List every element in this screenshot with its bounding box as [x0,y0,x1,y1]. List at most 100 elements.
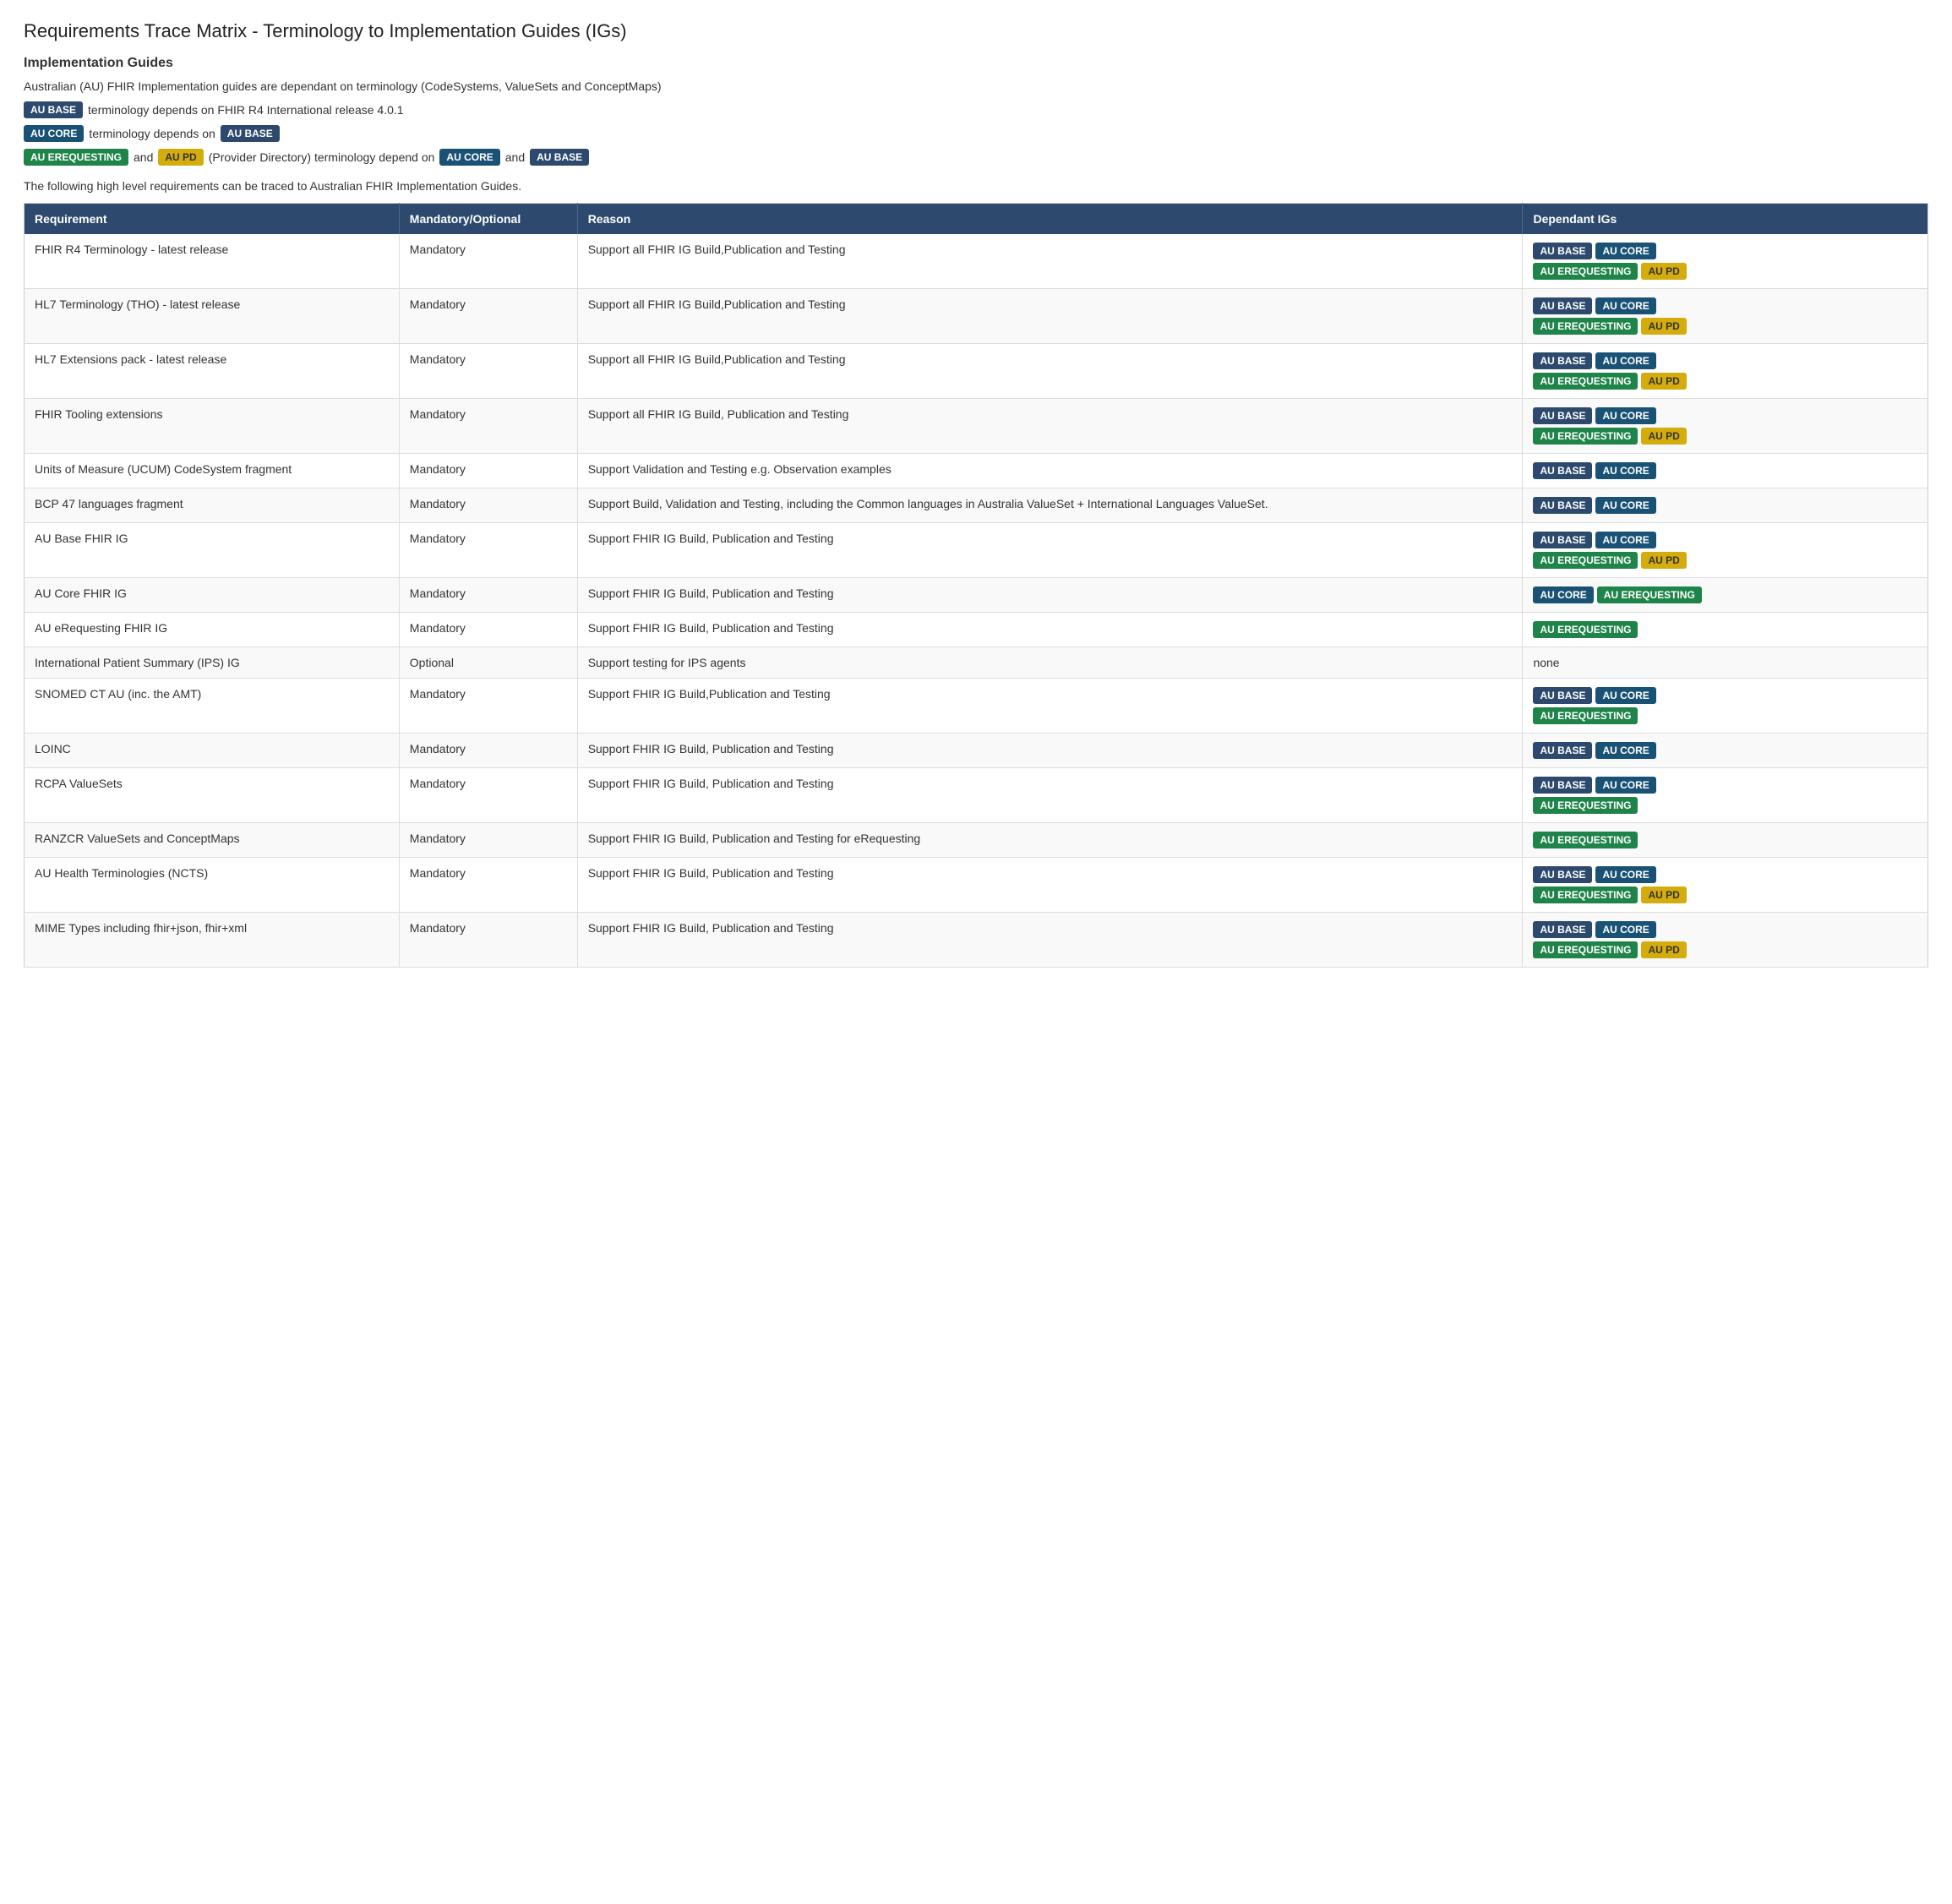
ig-badge-base: AU BASE [1533,687,1592,704]
ig-badge-core: AU CORE [1595,497,1655,514]
au-pd-badge-3: AU PD [158,149,203,166]
intro-text: Australian (AU) FHIR Implementation guid… [24,79,1928,93]
table-row: BCP 47 languages fragmentMandatorySuppor… [25,488,1928,523]
line3-and: and [505,150,525,164]
cell-reason: Support all FHIR IG Build,Publication an… [577,234,1523,289]
table-row: International Patient Summary (IPS) IGOp… [25,647,1928,679]
col-igs: Dependant IGs [1523,204,1928,235]
au-base-badge-2: AU BASE [221,125,280,142]
ig-badge-core: AU CORE [1595,243,1655,259]
au-erequesting-badge-3: AU EREQUESTING [24,149,128,166]
cell-igs: AU BASEAU COREAU EREQUESTINGAU PD [1523,523,1928,578]
line2-pre: terminology depends on [89,127,215,140]
ig-badge-erequesting: AU EREQUESTING [1533,318,1638,335]
cell-mandatory: Mandatory [399,613,577,647]
cell-mandatory: Mandatory [399,523,577,578]
cell-reason: Support all FHIR IG Build,Publication an… [577,344,1523,399]
ig-badge-base: AU BASE [1533,243,1592,259]
badge-line-2: AU CORE terminology depends on AU BASE [24,125,1928,142]
ig-badge-pd: AU PD [1641,428,1686,445]
ig-badge-core: AU CORE [1595,297,1655,314]
cell-mandatory: Mandatory [399,823,577,858]
ig-badge-core: AU CORE [1595,687,1655,704]
cell-mandatory: Mandatory [399,454,577,488]
cell-reason: Support FHIR IG Build, Publication and T… [577,734,1523,768]
cell-mandatory: Mandatory [399,858,577,913]
table-row: SNOMED CT AU (inc. the AMT)MandatorySupp… [25,679,1928,734]
page-title: Requirements Trace Matrix - Terminology … [24,20,1928,42]
cell-requirement: FHIR Tooling extensions [25,399,400,454]
cell-reason: Support FHIR IG Build, Publication and T… [577,613,1523,647]
cell-requirement: AU Core FHIR IG [25,578,400,613]
ig-badge-erequesting: AU EREQUESTING [1533,621,1638,638]
cell-reason: Support all FHIR IG Build, Publication a… [577,399,1523,454]
cell-igs: AU EREQUESTING [1523,823,1928,858]
cell-mandatory: Mandatory [399,344,577,399]
cell-reason: Support FHIR IG Build, Publication and T… [577,768,1523,823]
table-row: LOINCMandatorySupport FHIR IG Build, Pub… [25,734,1928,768]
ig-badge-core: AU CORE [1595,462,1655,479]
cell-mandatory: Mandatory [399,913,577,968]
ig-badge-erequesting: AU EREQUESTING [1533,373,1638,390]
cell-reason: Support FHIR IG Build, Publication and T… [577,578,1523,613]
table-row: MIME Types including fhir+json, fhir+xml… [25,913,1928,968]
cell-requirement: AU eRequesting FHIR IG [25,613,400,647]
ig-badge-core: AU CORE [1533,586,1593,603]
cell-reason: Support FHIR IG Build, Publication and T… [577,858,1523,913]
table-row: RANZCR ValueSets and ConceptMapsMandator… [25,823,1928,858]
au-base-badge-1: AU BASE [24,101,83,118]
cell-requirement: RCPA ValueSets [25,768,400,823]
ig-badge-erequesting: AU EREQUESTING [1533,832,1638,848]
ig-badge-base: AU BASE [1533,742,1592,759]
cell-reason: Support all FHIR IG Build,Publication an… [577,289,1523,344]
table-row: FHIR R4 Terminology - latest releaseMand… [25,234,1928,289]
cell-requirement: AU Base FHIR IG [25,523,400,578]
cell-igs: AU COREAU EREQUESTING [1523,578,1928,613]
ig-badge-core: AU CORE [1595,352,1655,369]
au-base-badge-3: AU BASE [530,149,589,166]
cell-requirement: RANZCR ValueSets and ConceptMaps [25,823,400,858]
cell-igs: AU BASEAU COREAU EREQUESTINGAU PD [1523,858,1928,913]
table-row: AU Core FHIR IGMandatorySupport FHIR IG … [25,578,1928,613]
table-row: HL7 Terminology (THO) - latest releaseMa… [25,289,1928,344]
ig-badge-erequesting: AU EREQUESTING [1533,797,1638,814]
cell-reason: Support testing for IPS agents [577,647,1523,679]
cell-requirement: International Patient Summary (IPS) IG [25,647,400,679]
cell-igs: AU BASEAU CORE [1523,734,1928,768]
table-row: AU Health Terminologies (NCTS)MandatoryS… [25,858,1928,913]
cell-requirement: BCP 47 languages fragment [25,488,400,523]
ig-badge-base: AU BASE [1533,777,1592,794]
cell-mandatory: Mandatory [399,734,577,768]
ig-badge-base: AU BASE [1533,866,1592,883]
cell-mandatory: Mandatory [399,399,577,454]
cell-mandatory: Mandatory [399,289,577,344]
cell-requirement: AU Health Terminologies (NCTS) [25,858,400,913]
ig-badge-pd: AU PD [1641,263,1686,280]
ig-badge-core: AU CORE [1595,742,1655,759]
col-requirement: Requirement [25,204,400,235]
table-row: Units of Measure (UCUM) CodeSystem fragm… [25,454,1928,488]
cell-requirement: FHIR R4 Terminology - latest release [25,234,400,289]
ig-badge-erequesting: AU EREQUESTING [1533,263,1638,280]
ig-badge-erequesting: AU EREQUESTING [1533,707,1638,724]
au-core-badge-2: AU CORE [24,125,84,142]
ig-badge-core: AU CORE [1595,407,1655,424]
ig-badge-base: AU BASE [1533,407,1592,424]
line3-pre: and [134,150,153,164]
table-header-row: Requirement Mandatory/Optional Reason De… [25,204,1928,235]
badge-line-3: AU EREQUESTING and AU PD (Provider Direc… [24,149,1928,166]
cell-reason: Support FHIR IG Build,Publication and Te… [577,679,1523,734]
ig-badge-erequesting: AU EREQUESTING [1533,428,1638,445]
badge-line-1: AU BASE terminology depends on FHIR R4 I… [24,101,1928,118]
cell-igs: AU BASEAU CORE AU EREQUESTINGAU PD [1523,399,1928,454]
au-core-badge-3: AU CORE [439,149,499,166]
cell-igs: AU BASEAU CORE AU EREQUESTING [1523,679,1928,734]
ig-badge-core: AU CORE [1595,866,1655,883]
table-row: HL7 Extensions pack - latest releaseMand… [25,344,1928,399]
cell-mandatory: Mandatory [399,578,577,613]
cell-reason: Support Build, Validation and Testing, i… [577,488,1523,523]
cell-mandatory: Mandatory [399,768,577,823]
table-row: AU Base FHIR IGMandatorySupport FHIR IG … [25,523,1928,578]
cell-mandatory: Optional [399,647,577,679]
cell-mandatory: Mandatory [399,488,577,523]
